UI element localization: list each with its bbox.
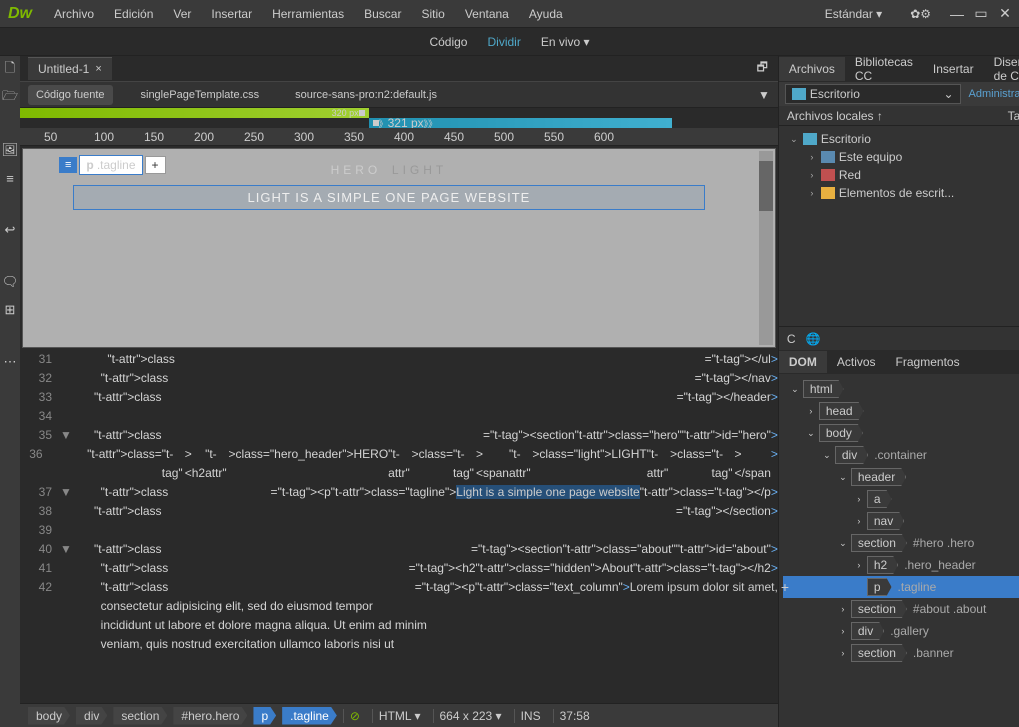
menu-insertar[interactable]: Insertar (201, 7, 262, 21)
more-icon[interactable]: ⋯ (0, 352, 20, 372)
format-icon[interactable]: ⊞ (0, 300, 20, 320)
new-file-icon[interactable]: 🗋 (0, 60, 20, 80)
filter-icon[interactable]: ▼ (758, 88, 770, 102)
status-lang[interactable]: HTML ▾ (372, 709, 427, 723)
dom-div[interactable]: ⌄div.container (783, 444, 1019, 466)
view-live[interactable]: En vivo (541, 35, 590, 49)
dom-a[interactable]: ›a (783, 488, 1019, 510)
menu-edición[interactable]: Edición (104, 7, 163, 21)
preview-scrollbar[interactable] (759, 151, 773, 345)
dom-section[interactable]: ›section#about .about (783, 598, 1019, 620)
file-Escritorio[interactable]: ⌄Escritorio (783, 130, 1019, 148)
live-preview[interactable]: ≡ p .tagline + HERO LIGHT LIGHT IS A SIM… (22, 148, 776, 348)
sync-icon[interactable]: ✿⚙ (900, 7, 941, 21)
hamburger-icon[interactable]: ≡ (59, 157, 77, 173)
tagline-element[interactable]: LIGHT IS A SIMPLE ONE PAGE WEBSITE (73, 185, 705, 210)
dom-body[interactable]: ⌄body (783, 422, 1019, 444)
crumb-body[interactable]: body (28, 707, 70, 725)
status-ok-icon[interactable]: ⊘ (343, 709, 366, 723)
dom-tab-0[interactable]: DOM (779, 351, 827, 373)
related-files: Código fuente singlePageTemplate.css sou… (20, 82, 778, 108)
source-tab[interactable]: Código fuente (28, 85, 113, 105)
menu-buscar[interactable]: Buscar (354, 7, 411, 21)
files-toolbar: C 🌐 (779, 326, 1019, 350)
crumb-p[interactable]: p (253, 707, 276, 725)
file-Red[interactable]: ›Red (783, 166, 1019, 184)
crumb-section[interactable]: section (113, 707, 167, 725)
dom-h2[interactable]: ›h2.hero_header (783, 554, 1019, 576)
breakpoint-bar[interactable]: 320 px 》321 px 》》 (20, 108, 778, 128)
crumb-tagline[interactable]: .tagline (282, 707, 337, 725)
wrap-icon[interactable]: ↩ (0, 220, 20, 240)
menu-herramientas[interactable]: Herramientas (262, 7, 354, 21)
file-tree[interactable]: ⌄Escritorio›Este equipo›Red›Elementos de… (779, 126, 1019, 326)
add-selector-button[interactable]: + (145, 156, 166, 174)
file-Elementos de escrit...[interactable]: ›Elementos de escrit... (783, 184, 1019, 202)
location-dropdown[interactable]: Escritorio⌄ (785, 84, 961, 104)
breakpoint-321[interactable]: 》321 px 》》 (369, 118, 672, 128)
code-nav-icon[interactable]: ≡ (0, 168, 20, 188)
file-Este equipo[interactable]: ›Este equipo (783, 148, 1019, 166)
left-toolbar: 🗋 🗁 🖼 ≡ ↩ 🗨 ⊞ ⋯ (0, 56, 20, 727)
menubar: Dw ArchivoEdiciónVerInsertarHerramientas… (0, 0, 1019, 28)
sync-icon[interactable]: 🌐 (806, 332, 821, 346)
panel-tab-2[interactable]: Insertar (923, 57, 984, 81)
status-insert[interactable]: INS (514, 709, 547, 723)
menu-ayuda[interactable]: Ayuda (519, 7, 573, 21)
menu-ver[interactable]: Ver (163, 7, 201, 21)
dom-tab-1[interactable]: Activos (827, 351, 886, 373)
right-panels: ArchivosBibliotecas CCInsertarDiseñador … (778, 56, 1019, 727)
breakpoint-320[interactable]: 320 px (20, 108, 369, 118)
dom-head[interactable]: ›head (783, 400, 1019, 422)
close-button[interactable]: ✕ (999, 8, 1011, 20)
minimize-button[interactable]: — (951, 8, 963, 20)
dom-header[interactable]: ⌄header (783, 466, 1019, 488)
code-editor[interactable]: 31 "t-attr">class="t-tag"></ul>32 "t-att… (20, 350, 778, 703)
panel-tab-0[interactable]: Archivos (779, 57, 845, 81)
comment-icon[interactable]: 🗨 (0, 272, 20, 292)
status-time: 37:58 (553, 709, 596, 723)
css-tab[interactable]: singlePageTemplate.css (133, 85, 268, 105)
dom-section[interactable]: ⌄section#hero .hero (783, 532, 1019, 554)
dom-section[interactable]: ›section.banner (783, 642, 1019, 664)
manage-sites-link[interactable]: Administrar sitios (969, 88, 1019, 100)
open-file-icon[interactable]: 🗁 (0, 88, 20, 108)
close-tab-icon[interactable]: × (95, 63, 101, 75)
app-logo: Dw (8, 5, 32, 23)
view-code[interactable]: Código (429, 35, 467, 49)
refresh-icon[interactable]: C (787, 332, 796, 346)
dom-tab-2[interactable]: Fragmentos (886, 351, 970, 373)
dom-html[interactable]: ⌄html (783, 378, 1019, 400)
files-header[interactable]: Archivos locales ↑Tamaño (779, 106, 1019, 126)
js-tab[interactable]: source-sans-pro:n2:default.js (287, 85, 445, 105)
manage-icon[interactable]: 🖼 (0, 140, 20, 160)
workspace-selector[interactable]: Estándar ▾ (815, 7, 892, 21)
dom-tree[interactable]: ⌄html›head⌄body⌄div.container⌄header›a›n… (779, 374, 1019, 727)
files-location-bar: Escritorio⌄ Administrar sitios (779, 82, 1019, 106)
element-selector[interactable]: ≡ p .tagline + (59, 155, 166, 175)
dom-panel-tabs: DOMActivosFragmentos (779, 350, 1019, 374)
dom-div[interactable]: ›div.gallery (783, 620, 1019, 642)
maximize-button[interactable]: ▭ (975, 8, 987, 20)
doc-tab[interactable]: Untitled-1× (28, 57, 112, 80)
dom-p[interactable]: +p.tagline (783, 576, 1019, 598)
ruler[interactable]: 50100150200250300350400450500550600 (20, 128, 778, 146)
menu-ventana[interactable]: Ventana (455, 7, 519, 21)
menu-archivo[interactable]: Archivo (44, 7, 104, 21)
menu-sitio[interactable]: Sitio (411, 7, 454, 21)
panel-tabs: ArchivosBibliotecas CCInsertarDiseñador … (779, 56, 1019, 82)
crumb-div[interactable]: div (76, 707, 107, 725)
tab-menu-icon[interactable]: 🗗 (757, 58, 768, 79)
status-bar: bodydiv section #hero.hero p .tagline ⊘ HTML… (20, 703, 778, 727)
view-split[interactable]: Dividir (487, 35, 520, 49)
status-dims[interactable]: 664 x 223 ▾ (433, 709, 508, 723)
document-tabs: Untitled-1× 🗗 (20, 56, 778, 82)
dom-nav[interactable]: ›nav (783, 510, 1019, 532)
crumb-herohero[interactable]: #hero.hero (173, 707, 247, 725)
